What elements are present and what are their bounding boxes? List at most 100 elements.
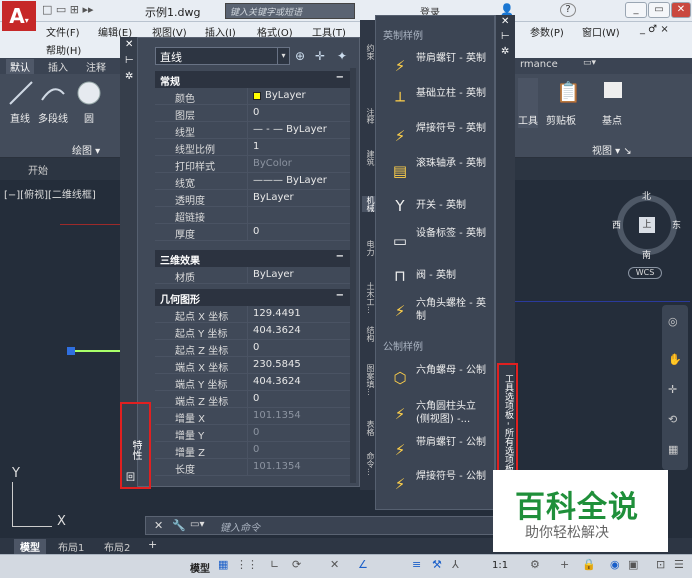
draw-panel-title[interactable]: 绘图 ▾ [72,142,100,157]
isolate-icon[interactable]: ◉ [610,558,620,571]
menu-file[interactable]: 文件(F) [46,24,80,39]
palette-item[interactable]: ⚡ 六角头螺栓 - 英制 [383,295,491,327]
properties-scrollbar[interactable] [350,68,356,483]
prop-row-endx[interactable]: 端点 X 坐标 230.5845 [155,357,350,374]
clipboard-button[interactable]: 📋 剪贴板 [544,78,588,138]
side-tab-mechanical[interactable]: 机械 [362,196,376,212]
showmotion-icon[interactable]: ▦ [668,443,678,456]
tab-layout1[interactable]: 布局1 [58,539,84,554]
tab-performance[interactable]: rmance [520,59,558,70]
lock-icon[interactable]: 🔒 [582,558,596,571]
orbit-icon[interactable]: ⟲ [668,413,677,426]
annotation-scale-icon[interactable]: ⚒ [432,558,442,571]
pan-icon[interactable]: ✋ [668,353,682,366]
customize-cmd-icon[interactable]: 🔧 [172,519,186,532]
menu-help[interactable]: 帮助(H) [46,42,81,57]
ribbon-toggle-icon[interactable]: ▭▾ [583,58,596,68]
side-tab-hatches[interactable]: 图案填... [362,364,376,396]
palette-item[interactable]: ▭ 设备标签 - 英制 [383,225,491,257]
viewport-label[interactable]: [−][俯视][二维线框] [4,186,96,201]
side-tab-constraints[interactable]: 约束 [362,44,376,60]
selected-line[interactable] [72,350,122,352]
prop-row-endy[interactable]: 端点 Y 坐标 404.3624 [155,374,350,391]
viewcube[interactable]: 上 [617,195,677,255]
polar-icon[interactable]: ⟳ [292,558,301,571]
toggle-pickadd-icon[interactable]: ⊕ [295,49,305,63]
line-tool[interactable]: 直线 [6,78,36,128]
prop-row-startx[interactable]: 起点 X 坐标 129.4491 [155,306,350,323]
model-space-button[interactable]: 模型 [190,560,210,575]
palette-settings-icon[interactable]: ✲ [125,71,133,82]
search-field[interactable]: 键入关键字或短语 [225,3,355,19]
viewcube-top[interactable]: 上 [639,217,655,233]
tab-model[interactable]: 模型 [14,539,46,554]
prop-row-transparency[interactable]: 透明度 ByLayer [155,190,350,207]
menu-icon[interactable]: ☰ [674,558,684,571]
palette-item[interactable]: Y 开关 - 英制 [383,190,491,222]
palette-item[interactable]: ⊓ 阀 - 英制 [383,260,491,292]
snap-icon[interactable]: ⋮⋮ [236,558,258,571]
section-general[interactable]: 常规 − [155,71,350,88]
section-geometry[interactable]: 几何图形 − [155,289,350,306]
palette-settings-icon[interactable]: ✲ [501,46,509,57]
side-tab-architectural[interactable]: 建筑 [362,150,376,166]
prop-row-lineweight[interactable]: 线宽 ——— ByLayer [155,173,350,190]
close-cmd-icon[interactable]: ✕ [154,519,163,532]
tab-default[interactable]: 默认 [6,59,34,74]
grip-point[interactable] [67,347,75,355]
palette-item[interactable]: ┴ 基础立柱 - 英制 [383,85,491,117]
menu-param[interactable]: 参数(P) [530,24,564,39]
polyline-tool[interactable]: 多段线 [38,78,74,128]
command-line[interactable]: ✕ 🔧 ▭▾ 键入命令 [145,516,505,535]
palette-item[interactable]: ⬡ 六角螺母 - 公制 [383,362,491,394]
tab-layout2[interactable]: 布局2 [104,539,130,554]
navigation-bar[interactable]: ◎ ✋ ✛ ⟲ ▦ [662,305,688,470]
side-tab-annotation[interactable]: 注释 [362,108,376,124]
menu-window[interactable]: 窗口(W) [582,24,620,39]
palette-item[interactable]: ⚡ 六角圆柱头立 (侧视图) -... [383,398,491,430]
lineweight-icon[interactable]: ≡ [412,558,421,571]
prop-row-hyperlink[interactable]: 超链接 [155,207,350,224]
side-tab-electrical[interactable]: 电力 [362,240,376,256]
prop-row-layer[interactable]: 图层 0 [155,105,350,122]
tab-insert[interactable]: 插入 [48,59,68,74]
osnap-icon[interactable]: ✕ [330,558,339,571]
help-icon[interactable]: ? [560,3,576,17]
prop-row-thickness[interactable]: 厚度 0 [155,224,350,241]
palette-item[interactable]: ▤ 滚珠轴承 - 英制 [383,155,491,187]
palette-item[interactable]: ⚡ 焊接符号 - 公制 [383,468,491,500]
base-point-button[interactable]: 基点 [596,78,632,128]
palette-item[interactable]: ⚡ 焊接符号 - 英制 [383,120,491,152]
plus-icon[interactable]: + [560,558,569,571]
side-tab-structural[interactable]: 结构 [362,326,376,342]
autohide-icon[interactable]: ⊢ [501,31,510,42]
circle-tool[interactable]: 圆 [74,78,104,128]
object-type-select[interactable]: 直线 ▾ [155,47,290,65]
prop-row-endz[interactable]: 端点 Z 坐标 0 [155,391,350,408]
prop-row-color[interactable]: 颜色 ByLayer [155,88,350,105]
side-tab-command[interactable]: 命令... [362,452,376,476]
grid-icon[interactable]: ▦ [218,558,228,571]
annotation-scale[interactable]: 1:1 [492,560,508,571]
palette-item[interactable]: ⚡ 带肩螺钉 - 公制 [383,434,491,466]
hardware-accel-icon[interactable]: ▣ [628,558,638,571]
autohide-icon[interactable]: ⊢ [125,55,134,66]
prop-row-startz[interactable]: 起点 Z 坐标 0 [155,340,350,357]
side-tab-civil[interactable]: 土木工... [362,282,376,314]
gear-icon[interactable]: ⚙ [530,558,540,571]
ortho-icon[interactable]: ∟ [270,558,279,571]
prop-row-linetype[interactable]: 线型 — - — ByLayer [155,122,350,139]
prop-row-ltscale[interactable]: 线型比例 1 [155,139,350,156]
workspace-icon[interactable]: ⅄ [452,558,459,571]
section-3d[interactable]: 三维效果 − [155,250,350,267]
doc-window-controls[interactable]: _ ♂ × [640,24,669,35]
recent-cmd-icon[interactable]: ▭▾ [190,519,204,530]
close-button[interactable]: ✕ [671,2,691,18]
qat-icons[interactable]: □ ▭ ⊞ ▸▸ [42,3,94,16]
prop-row-starty[interactable]: 起点 Y 坐标 404.3624 [155,323,350,340]
select-objects-icon[interactable]: ✛ [315,49,325,63]
command-input[interactable]: 键入命令 [220,519,260,534]
prop-row-plotstyle[interactable]: 打印样式 ByColor [155,156,350,173]
add-layout-button[interactable]: + [148,538,157,551]
prop-row-material[interactable]: 材质 ByLayer [155,267,350,284]
